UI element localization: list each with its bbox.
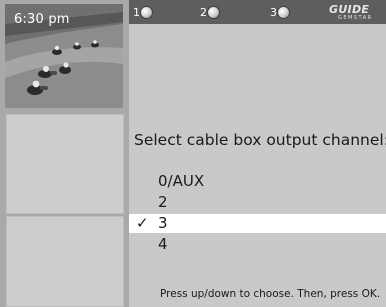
clock-time: 6:30 pm xyxy=(14,12,70,27)
option-2[interactable]: 2 xyxy=(129,193,386,212)
option-label: 0/AUX xyxy=(158,172,205,190)
tab-2-number: 2 xyxy=(200,6,207,19)
picture-in-picture-column: 6:30 pm xyxy=(0,0,129,307)
live-tv-preview: 6:30 pm xyxy=(5,4,123,108)
option-4[interactable]: 4 xyxy=(129,235,386,254)
tab-1-indicator-icon xyxy=(140,6,153,19)
side-tile-bottom xyxy=(6,216,124,307)
option-label: 2 xyxy=(158,193,168,211)
option-3-selected[interactable]: ✓ 3 xyxy=(129,214,386,233)
guide-logo: GUIDE GEMSTAR xyxy=(329,3,379,21)
top-bar: 1 2 3 GUIDE GEMSTAR xyxy=(129,0,386,24)
checkmark-icon: ✓ xyxy=(136,214,149,232)
side-tile-middle xyxy=(6,114,124,214)
guide-screen: 6:30 pm 1 2 3 GUIDE GEMSTAR Select cable… xyxy=(0,0,386,307)
tab-3-indicator-icon xyxy=(277,6,290,19)
option-label: 3 xyxy=(158,214,168,232)
tab-1-number: 1 xyxy=(133,6,140,19)
tab-3-number: 3 xyxy=(270,6,277,19)
tab-2-indicator-icon xyxy=(207,6,220,19)
prompt-heading: Select cable box output channel: xyxy=(134,131,386,149)
logo-subtext: GEMSTAR xyxy=(338,15,373,21)
option-0-aux[interactable]: 0/AUX xyxy=(129,172,386,191)
option-label: 4 xyxy=(158,235,168,253)
instruction-footer: Press up/down to choose. Then, press OK. xyxy=(160,288,381,300)
